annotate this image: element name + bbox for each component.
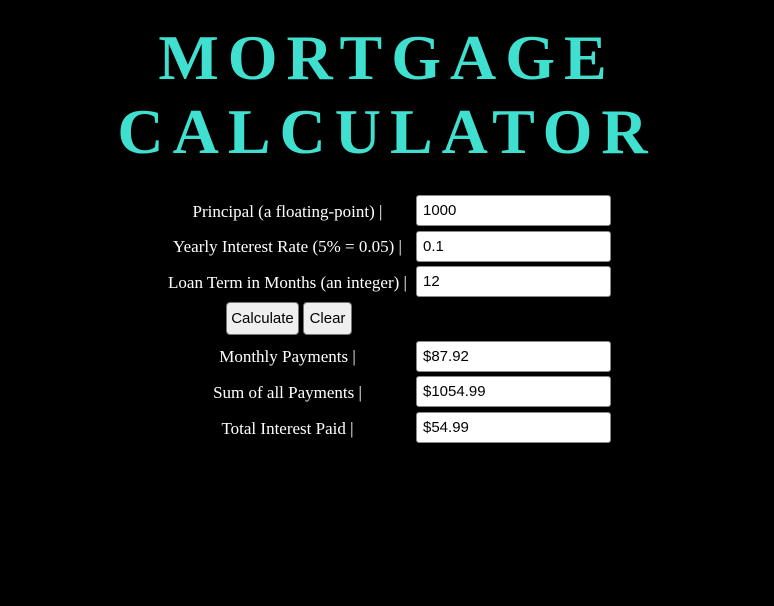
clear-button[interactable]: Clear <box>303 302 352 335</box>
interest-rate-label: Yearly Interest Rate (5% = 0.05) | <box>173 237 402 256</box>
total-interest-output[interactable] <box>416 412 611 443</box>
mortgage-calculator-page: MORTGAGE CALCULATOR Principal (a floatin… <box>0 0 774 606</box>
monthly-payments-output[interactable] <box>416 341 611 372</box>
principal-label: Principal (a floating-point) | <box>192 202 383 221</box>
monthly-payments-label: Monthly Payments | <box>219 347 356 366</box>
page-title-line-1: MORTGAGE <box>158 22 616 93</box>
interest-rate-input[interactable] <box>416 231 611 262</box>
loan-term-input[interactable] <box>416 266 611 297</box>
principal-input[interactable] <box>416 195 611 226</box>
loan-term-label: Loan Term in Months (an integer) | <box>168 273 407 292</box>
total-interest-label: Total Interest Paid | <box>221 419 354 438</box>
page-title-line-2: CALCULATOR <box>117 96 657 167</box>
sum-of-payments-label: Sum of all Payments | <box>213 383 362 402</box>
calculate-button[interactable]: Calculate <box>226 302 299 335</box>
sum-of-payments-output[interactable] <box>416 376 611 407</box>
